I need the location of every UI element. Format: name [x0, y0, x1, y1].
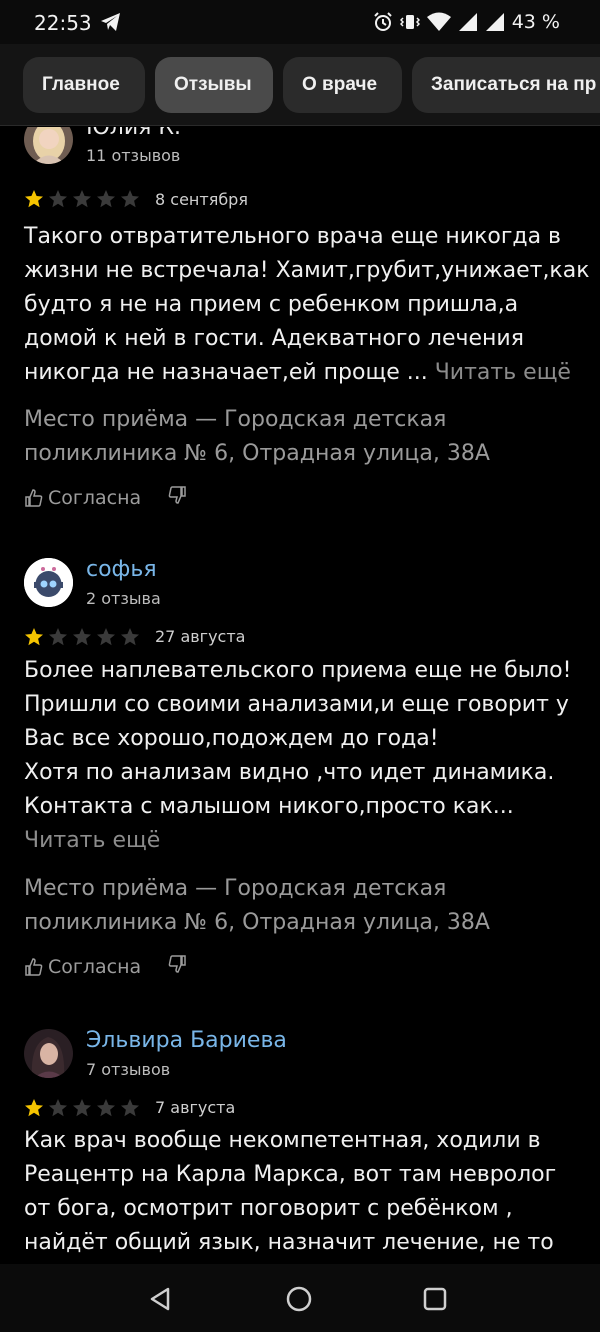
rating-stars — [24, 627, 140, 647]
star-filled-icon — [25, 190, 43, 208]
star-empty-icon — [73, 1099, 91, 1117]
review-text-line: Более наплевательского приема еще не был… — [24, 658, 572, 683]
review-card: софья 2 отзыва 27 августа Более наплеват… — [0, 557, 600, 997]
review-author[interactable]: Юлия К. — [86, 127, 181, 140]
status-time: 22:53 — [34, 11, 92, 35]
avatar[interactable] — [24, 558, 73, 607]
review-text-line: найдёт общий язык, назначит лечение, не … — [24, 1230, 554, 1255]
star-empty-icon — [49, 190, 67, 208]
review-place: Место приёма — Городская детская поликли… — [24, 872, 490, 940]
agree-label: Согласна — [48, 486, 142, 509]
review-author[interactable]: Эльвира Бариева — [86, 1028, 287, 1053]
review-place-line: поликлиника № 6, Отрадная улица, 38А — [24, 441, 490, 466]
agree-button[interactable]: Согласна — [24, 487, 141, 509]
review-place-line: Место приёма — Городская детская — [24, 407, 447, 432]
star-filled-icon — [25, 1099, 43, 1117]
battery-level: 43 % — [511, 11, 560, 33]
wifi-icon — [426, 12, 451, 32]
star-empty-icon — [73, 628, 91, 646]
rating-stars — [24, 1098, 140, 1118]
tab-main[interactable]: Главное — [23, 57, 145, 113]
star-empty-icon — [97, 1099, 115, 1117]
review-text-line: от бога, осмотрит поговорит с ребёнком , — [24, 1196, 513, 1221]
read-more-link[interactable]: Читать ещё — [24, 824, 584, 858]
review-place: Место приёма — Городская детская поликли… — [24, 403, 490, 471]
review-text-line: жизни не встречала! Хамит,грубит,унижает… — [24, 258, 590, 283]
star-empty-icon — [49, 1099, 67, 1117]
thumbs-up-icon — [25, 488, 43, 507]
review-text-line: никогда не назначает,ей проще ... — [24, 360, 428, 385]
tab-about-doctor[interactable]: О враче — [283, 57, 402, 113]
tab-reviews[interactable]: Отзывы — [155, 57, 273, 113]
review-text-line: Хотя по анализам видно ,что идет динамик… — [24, 760, 555, 785]
avatar[interactable] — [24, 127, 73, 164]
thumbs-down-icon[interactable] — [167, 485, 187, 510]
signal-icon — [485, 12, 505, 32]
system-nav-bar — [0, 1264, 600, 1332]
review-author-count: 7 отзывов — [86, 1060, 171, 1079]
back-icon[interactable] — [146, 1284, 176, 1314]
rating-stars — [24, 189, 140, 209]
review-date: 27 августа — [155, 627, 246, 646]
review-text-line: Контакта с малышом никого,просто как... — [24, 794, 514, 819]
review-author[interactable]: софья — [86, 557, 157, 582]
signal-icon — [458, 12, 478, 32]
home-icon[interactable] — [284, 1284, 314, 1314]
star-filled-icon — [25, 628, 43, 646]
vibrate-icon — [399, 12, 420, 32]
avatar[interactable] — [24, 1029, 73, 1078]
review-date: 8 сентября — [155, 190, 248, 209]
tab-bar: Главное Отзывы О враче Записаться на пр — [0, 44, 600, 126]
star-empty-icon — [121, 190, 139, 208]
star-empty-icon — [121, 1099, 139, 1117]
review-text-line: Такого отвратительного врача еще никогда… — [24, 224, 562, 249]
review-place-line: Место приёма — Городская детская — [24, 876, 447, 901]
star-empty-icon — [49, 628, 67, 646]
review-text: Такого отвратительного врача еще никогда… — [24, 220, 590, 390]
review-card: Юлия К. 11 отзывов 8 сентября Такого отв… — [0, 127, 600, 525]
star-empty-icon — [73, 190, 91, 208]
review-actions: Согласна — [24, 485, 187, 510]
review-place-line: поликлиника № 6, Отрадная улица, 38А — [24, 910, 490, 935]
review-date: 7 августа — [155, 1098, 236, 1117]
review-text-line: домой к ней в гости. Адекватного лечения — [24, 326, 524, 351]
star-empty-icon — [121, 628, 139, 646]
review-text: Как врач вообще некомпетентная, ходили в… — [24, 1124, 584, 1260]
review-text-line: будто я не на прием с ребенком пришла,а — [24, 292, 519, 317]
review-text-line: Реацентр на Карла Маркса, вот там неврол… — [24, 1162, 557, 1187]
agree-button[interactable]: Согласна — [24, 956, 141, 978]
review-text-line: Как врач вообще некомпетентная, ходили в — [24, 1128, 541, 1153]
review-author-count: 2 отзыва — [86, 589, 161, 608]
star-empty-icon — [97, 628, 115, 646]
tab-book-appointment[interactable]: Записаться на пр — [412, 57, 600, 113]
review-text-line: Вас все хорошо,подождем до года! — [24, 726, 439, 751]
thumbs-up-icon — [25, 957, 43, 976]
review-author-count: 11 отзывов — [86, 146, 181, 165]
review-text-line: Пришли со своими анализами,и еще говорит… — [24, 692, 569, 717]
alarm-icon — [373, 12, 393, 32]
star-empty-icon — [97, 190, 115, 208]
agree-label: Согласна — [48, 955, 142, 978]
status-bar: 22:53 43 % — [0, 0, 600, 44]
telegram-icon — [100, 12, 122, 36]
reviews-list[interactable]: Юлия К. 11 отзывов 8 сентября Такого отв… — [0, 127, 600, 1264]
review-text: Более наплевательского приема еще не был… — [24, 654, 584, 858]
recents-icon[interactable] — [420, 1284, 450, 1314]
review-card: Эльвира Бариева 7 отзывов 7 августа Как … — [0, 1028, 600, 1264]
read-more-link[interactable]: Читать ещё — [435, 360, 571, 385]
review-actions: Согласна — [24, 954, 187, 979]
thumbs-down-icon[interactable] — [167, 954, 187, 979]
